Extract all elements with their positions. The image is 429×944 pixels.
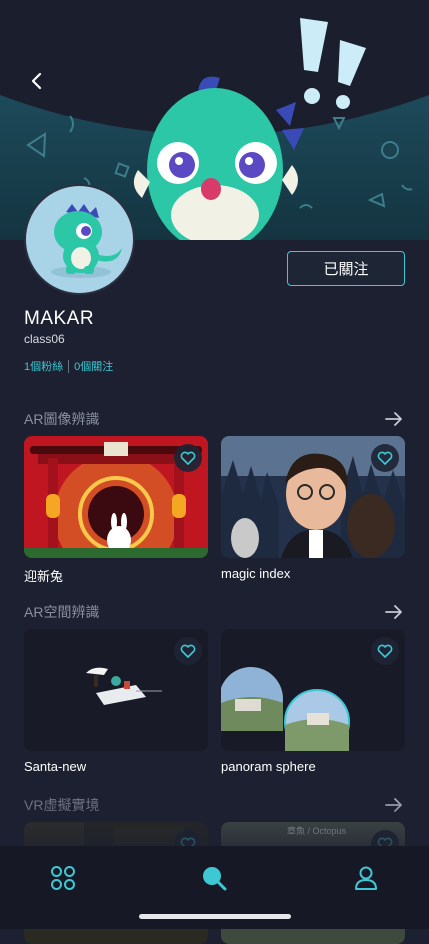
card-overlay-text: 章魚 / Octopus [287,826,347,836]
heart-icon [180,644,196,658]
card-title: panoram sphere [221,759,316,774]
card-title: magic index [221,566,291,581]
dinosaur-avatar-icon [51,204,122,278]
see-all-button[interactable] [383,794,405,816]
section-title: VR虛擬實境 [24,797,100,813]
search-icon [203,867,227,891]
card-title: Santa-new [24,759,87,774]
see-all-button[interactable] [383,408,405,430]
project-card[interactable] [24,436,208,558]
follow-status-button[interactable]: 已關注 [287,251,405,286]
see-all-button[interactable] [383,601,405,623]
card-title: 迎新兔 [24,569,64,584]
arrow-right-icon [385,605,402,619]
nav-profile-button[interactable] [346,858,386,898]
nav-grid-button[interactable] [43,858,83,898]
arrow-right-icon [385,412,402,426]
avatar [24,184,135,295]
favorite-button[interactable] [174,444,202,472]
section-title: AR圖像辨識 [24,411,100,427]
home-indicator[interactable] [139,914,291,919]
favorite-button[interactable] [174,637,202,665]
following-count[interactable]: 0個關注 [74,358,113,374]
stats-divider [68,359,70,373]
nav-search-button[interactable] [194,858,234,898]
profile-id: class06 [24,332,65,346]
profile-stats: 1個粉絲 0個關注 [24,358,113,374]
heart-icon [377,644,393,658]
user-icon [355,866,377,890]
heart-icon [180,451,196,465]
favorite-button[interactable] [371,444,399,472]
section-header-vr: VR虛擬實境 [24,794,405,816]
section-title: AR空間辨識 [24,604,100,620]
project-card[interactable] [221,629,405,751]
profile-name: MAKAR [24,308,95,329]
grid-icon [51,866,75,890]
project-card[interactable] [221,436,405,558]
back-button[interactable] [22,66,52,96]
project-card[interactable] [24,629,208,751]
arrow-right-icon [385,798,402,812]
chevron-left-icon [31,72,42,90]
followers-count[interactable]: 1個粉絲 [24,358,63,374]
favorite-button[interactable] [371,637,399,665]
heart-icon [377,451,393,465]
section-header-ar-image: AR圖像辨識 [24,408,405,430]
section-header-ar-space: AR空間辨識 [24,601,405,623]
